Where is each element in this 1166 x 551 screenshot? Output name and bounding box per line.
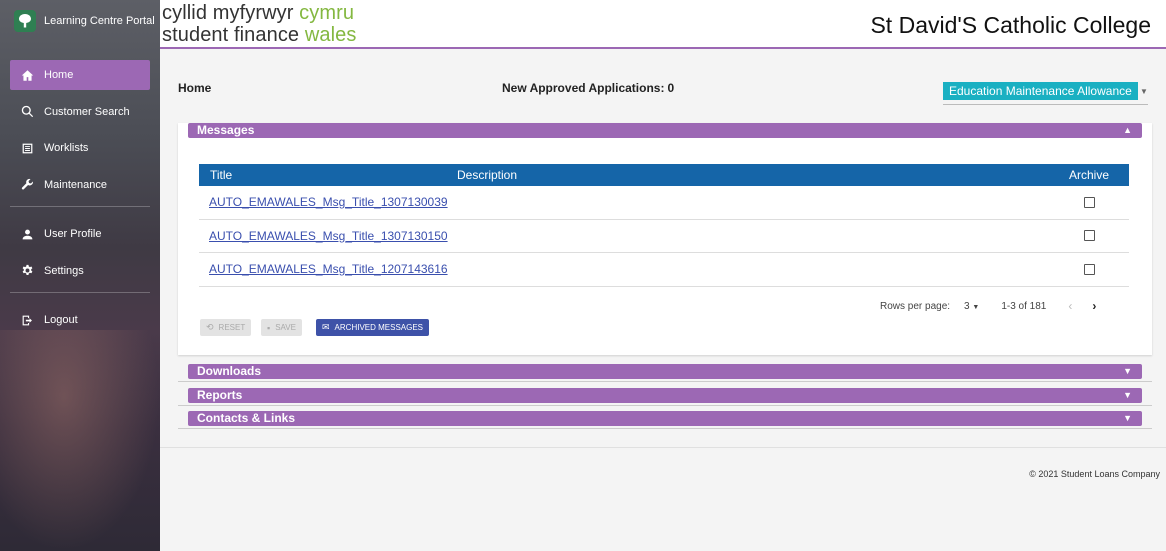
chevron-down-icon: ▼ bbox=[1123, 390, 1132, 400]
brand-text: cymru bbox=[299, 2, 355, 24]
table-header: Title Description Archive bbox=[199, 164, 1129, 186]
sidebar-item-worklists[interactable]: Worklists bbox=[10, 133, 150, 163]
rows-per-page-label: Rows per page: bbox=[880, 300, 951, 312]
brand-text: wales bbox=[304, 24, 357, 46]
home-icon bbox=[20, 68, 34, 82]
archive-checkbox[interactable] bbox=[1083, 196, 1095, 208]
footer-divider bbox=[160, 447, 1166, 448]
messages-table: Title Description Archive AUTO_EMAWALES_… bbox=[199, 164, 1129, 287]
column-archive[interactable]: Archive bbox=[1049, 168, 1129, 182]
sidebar-item-label: Settings bbox=[44, 264, 84, 277]
main-content: Home New Approved Applications: 0 Educati… bbox=[160, 49, 1166, 551]
new-apps-label: New Approved Applications: bbox=[502, 81, 665, 95]
reports-title: Reports bbox=[197, 388, 243, 402]
sidebar-item-logout[interactable]: Logout bbox=[10, 305, 150, 335]
pagination-range: 1-3 of 181 bbox=[1001, 300, 1047, 312]
search-icon bbox=[20, 105, 34, 119]
sidebar: Learning Centre Portal Home Customer Sea… bbox=[0, 0, 160, 551]
message-title-link[interactable]: AUTO_EMAWALES_Msg_Title_1207143616 bbox=[199, 262, 1049, 276]
caret-down-icon: ▼ bbox=[972, 303, 980, 311]
rows-per-page-select[interactable]: 3 ▼ bbox=[964, 301, 979, 312]
table-row: AUTO_EMAWALES_Msg_Title_1207143616 bbox=[199, 253, 1129, 287]
reset-button[interactable]: ⟲ RESET bbox=[200, 319, 252, 336]
list-icon bbox=[20, 141, 34, 155]
person-icon bbox=[20, 227, 34, 241]
sidebar-item-customer-search[interactable]: Customer Search bbox=[10, 97, 150, 127]
brand-text: cyllid myfyrwyr bbox=[162, 2, 294, 24]
table-row: AUTO_EMAWALES_Msg_Title_1307130150 bbox=[199, 220, 1129, 253]
table-pagination: Rows per page: 3 ▼ 1-3 of 181 ‹ › bbox=[880, 299, 1096, 313]
chevron-down-icon: ▼ bbox=[1123, 413, 1132, 423]
college-name: St David'S Catholic College bbox=[870, 12, 1151, 38]
save-icon: ▪ bbox=[267, 322, 271, 333]
sidebar-divider bbox=[10, 206, 150, 207]
select-underline bbox=[943, 104, 1148, 105]
messages-title: Messages bbox=[197, 123, 255, 137]
brand-text: student finance bbox=[162, 24, 300, 46]
message-title-link[interactable]: AUTO_EMAWALES_Msg_Title_1307130039 bbox=[199, 195, 1049, 209]
sidebar-item-home[interactable]: Home bbox=[10, 60, 150, 90]
downloads-title: Downloads bbox=[197, 364, 262, 378]
contacts-header[interactable]: Contacts & Links ▼ bbox=[188, 411, 1142, 426]
downloads-header[interactable]: Downloads ▼ bbox=[188, 364, 1142, 379]
chevron-left-icon[interactable]: ‹ bbox=[1068, 299, 1072, 313]
archive-checkbox[interactable] bbox=[1083, 263, 1095, 275]
sidebar-item-label: Worklists bbox=[44, 142, 89, 154]
gear-icon bbox=[20, 264, 34, 278]
messages-panel: Messages ▲ Title Description Archive AUT… bbox=[178, 123, 1152, 355]
sidebar-item-label: Home bbox=[44, 69, 74, 81]
reset-icon: ⟲ bbox=[206, 322, 214, 332]
scheme-select[interactable]: Education Maintenance Allowance bbox=[943, 82, 1138, 100]
sidebar-header: Learning Centre Portal bbox=[0, 0, 160, 42]
chevron-down-icon: ▼ bbox=[1123, 366, 1132, 376]
reset-label: RESET bbox=[218, 323, 246, 332]
sidebar-item-settings[interactable]: Settings bbox=[10, 256, 150, 286]
column-title[interactable]: Title bbox=[199, 168, 457, 182]
app-title: Learning Centre Portal bbox=[44, 15, 155, 27]
table-row: AUTO_EMAWALES_Msg_Title_1307130039 bbox=[199, 186, 1129, 220]
mail-open-icon: ✉ bbox=[322, 322, 330, 332]
tree-icon bbox=[14, 10, 36, 32]
downloads-panel: Downloads ▼ bbox=[178, 364, 1152, 382]
copyright: © 2021 Student Loans Company bbox=[1029, 469, 1160, 479]
sidebar-nav: Home Customer Search Worklists Maintenan… bbox=[0, 60, 160, 335]
contacts-panel: Contacts & Links ▼ bbox=[178, 411, 1152, 429]
chevron-up-icon: ▲ bbox=[1123, 125, 1132, 135]
logout-icon bbox=[20, 313, 34, 327]
archived-messages-button[interactable]: ✉ ARCHIVED MESSAGES bbox=[316, 319, 430, 336]
archived-label: ARCHIVED MESSAGES bbox=[334, 323, 424, 332]
reports-panel: Reports ▼ bbox=[178, 388, 1152, 406]
archive-checkbox[interactable] bbox=[1083, 230, 1095, 242]
column-description[interactable]: Description bbox=[457, 168, 1049, 182]
contacts-title: Contacts & Links bbox=[197, 411, 296, 425]
sidebar-item-label: User Profile bbox=[44, 228, 102, 240]
brand-logo: cyllid myfyrwyr cymru student finance wa… bbox=[162, 2, 356, 46]
new-applications-count: New Approved Applications: 0 bbox=[502, 81, 674, 95]
new-apps-value: 0 bbox=[667, 81, 675, 95]
save-label: SAVE bbox=[275, 323, 296, 332]
wrench-icon bbox=[20, 178, 34, 192]
caret-down-icon[interactable]: ▼ bbox=[1140, 87, 1148, 96]
sidebar-item-label: Customer Search bbox=[44, 105, 130, 118]
sidebar-item-label: Maintenance bbox=[44, 178, 107, 191]
sidebar-item-maintenance[interactable]: Maintenance bbox=[10, 170, 150, 200]
sidebar-item-user-profile[interactable]: User Profile bbox=[10, 219, 150, 249]
save-button[interactable]: ▪ SAVE bbox=[261, 319, 302, 336]
rows-per-page-value: 3 bbox=[964, 300, 970, 312]
message-title-link[interactable]: AUTO_EMAWALES_Msg_Title_1307130150 bbox=[199, 229, 1049, 243]
page-title: Home bbox=[178, 81, 212, 95]
messages-header[interactable]: Messages ▲ bbox=[188, 123, 1142, 138]
sidebar-divider bbox=[10, 292, 150, 293]
top-header: cyllid myfyrwyr cymru student finance wa… bbox=[160, 0, 1166, 49]
sidebar-item-label: Logout bbox=[44, 314, 78, 326]
reports-header[interactable]: Reports ▼ bbox=[188, 388, 1142, 403]
chevron-right-icon[interactable]: › bbox=[1092, 299, 1096, 313]
